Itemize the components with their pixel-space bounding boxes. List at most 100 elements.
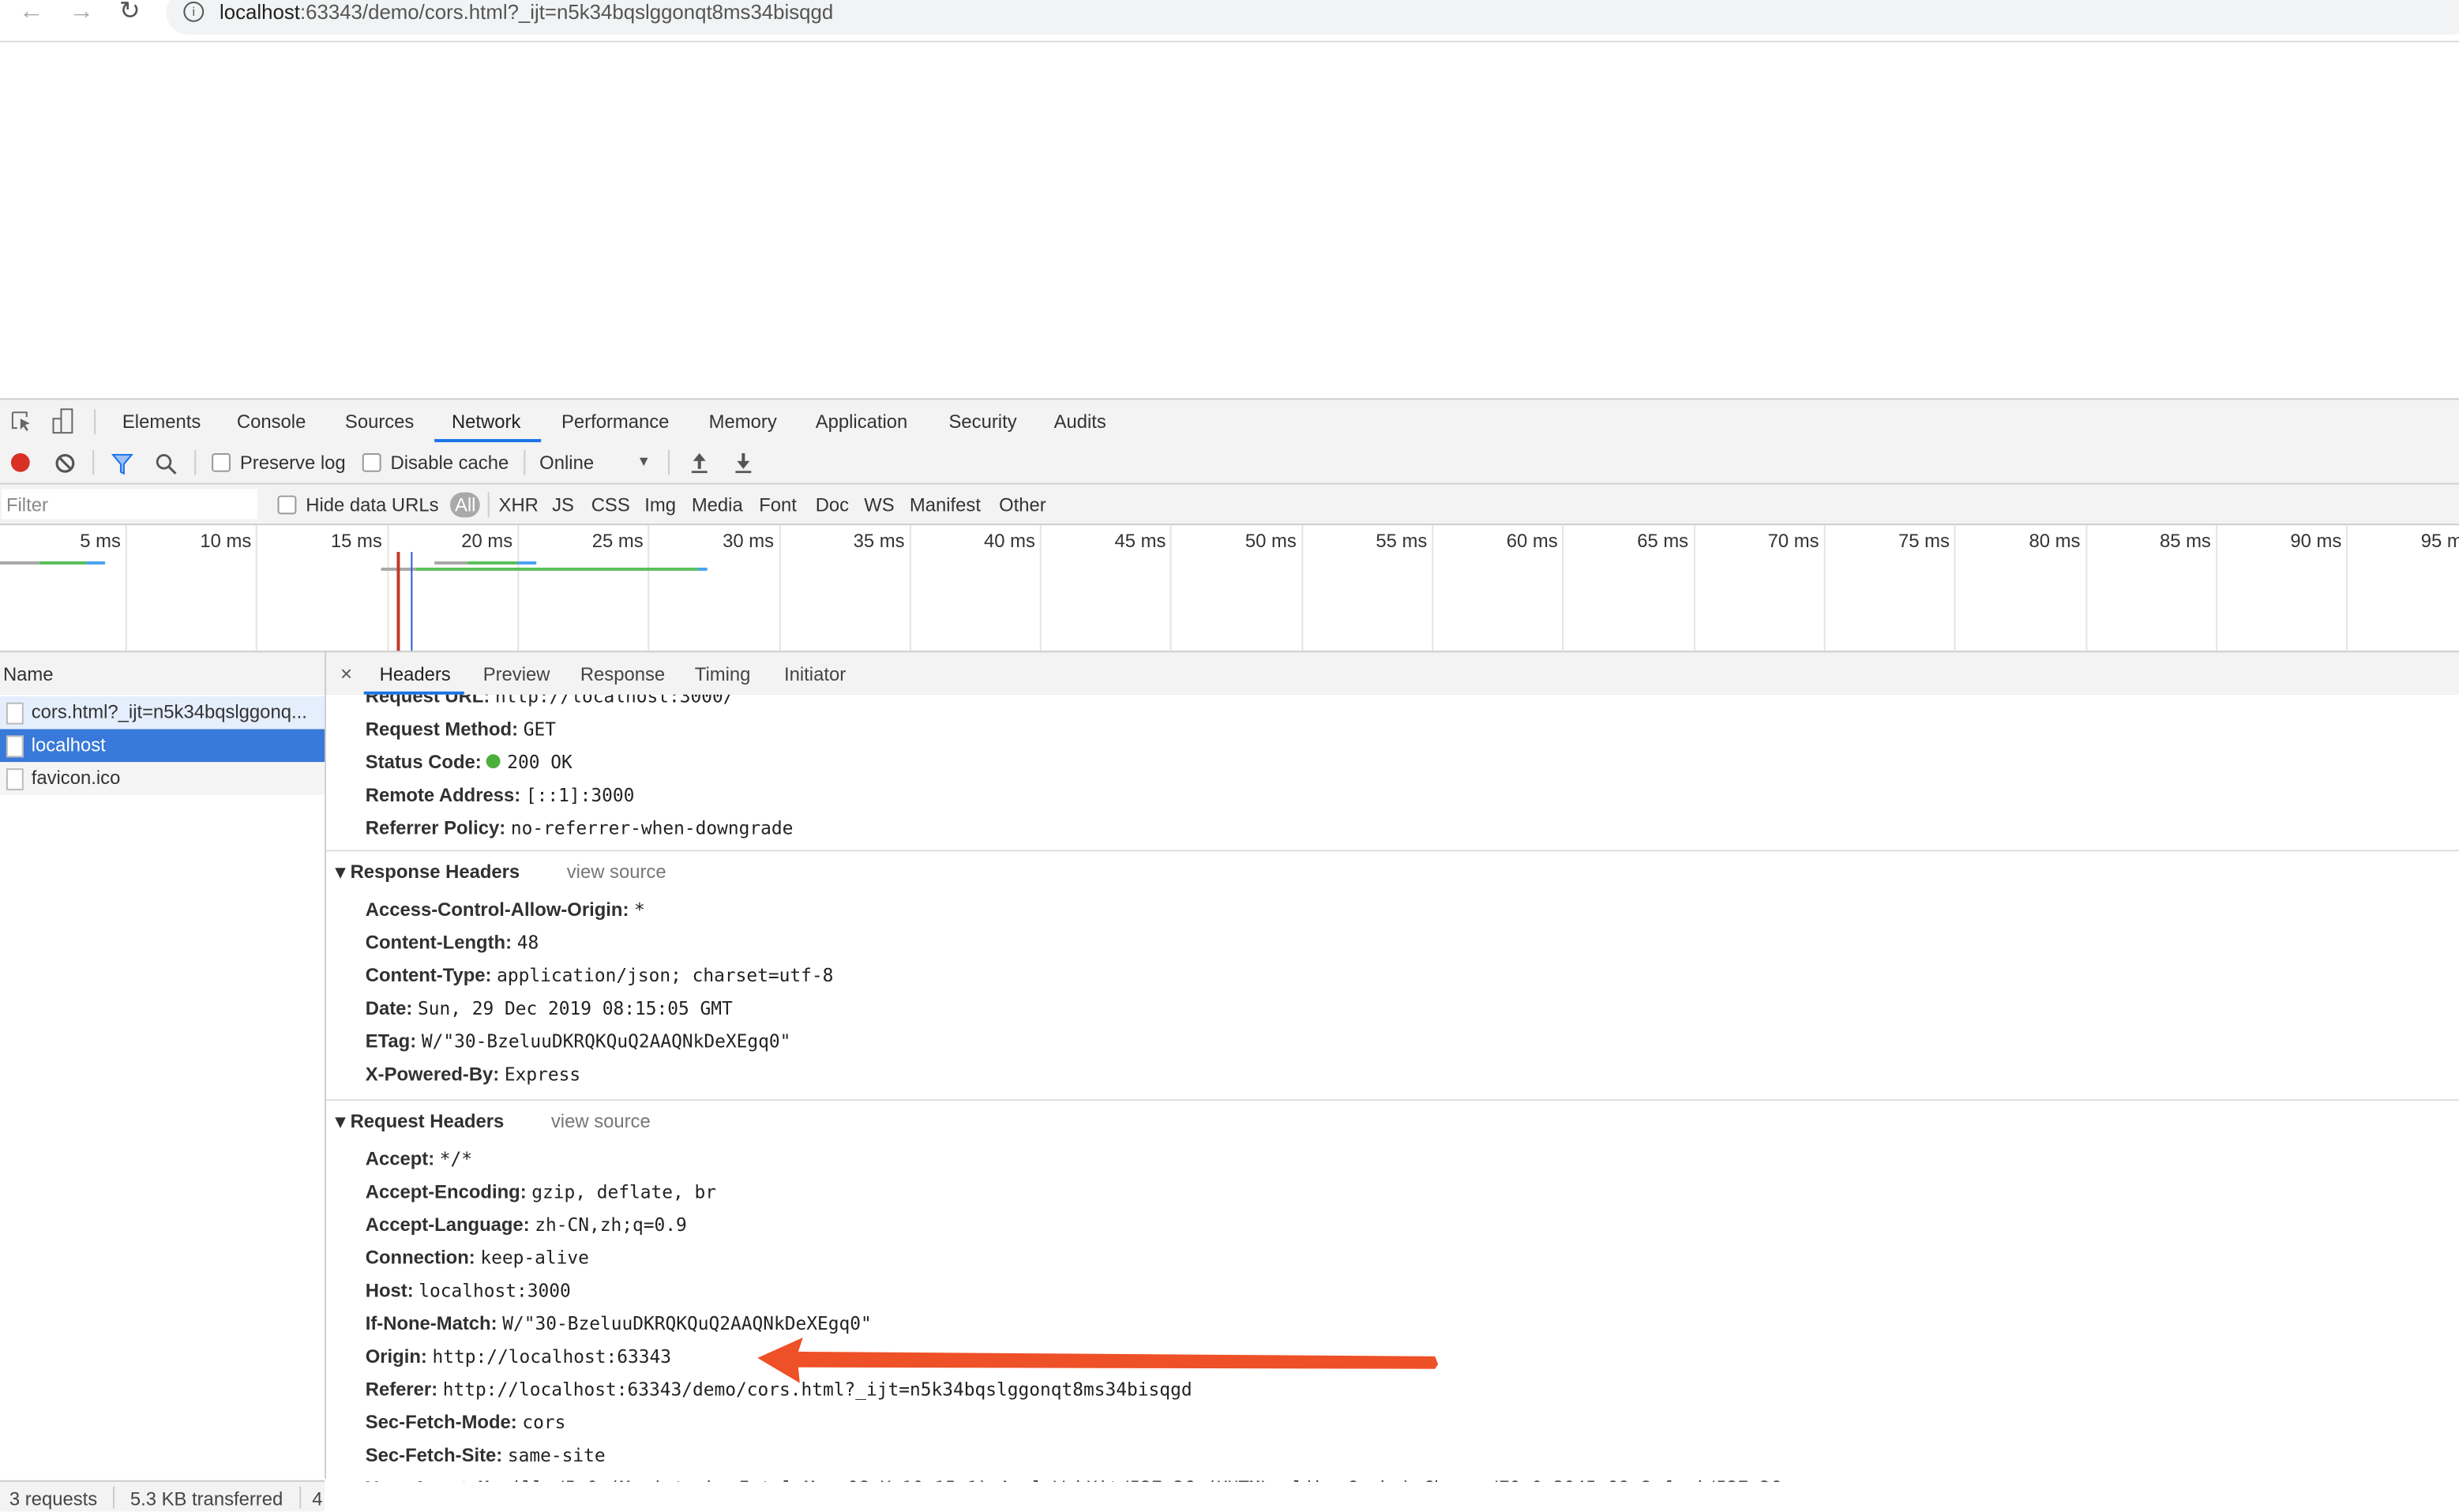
header-name: Status Code: xyxy=(365,751,482,774)
filter-type-other[interactable]: Other xyxy=(999,494,1046,516)
timeline-tick-label: 65 ms xyxy=(1637,530,1689,553)
timeline-gridline xyxy=(648,525,650,651)
detail-tab-preview[interactable]: Preview xyxy=(483,663,550,685)
name-column-header[interactable]: Name xyxy=(3,663,54,685)
timeline-tick-label: 55 ms xyxy=(1376,530,1428,553)
timeline-tick-label: 35 ms xyxy=(853,530,905,553)
preserve-log-checkbox[interactable] xyxy=(212,452,231,472)
hide-data-urls-checkbox[interactable] xyxy=(277,495,297,515)
view-source-link[interactable]: view source xyxy=(551,1110,651,1132)
header-name: Host: xyxy=(365,1279,414,1302)
header-line: Accept-Encoding: gzip, deflate, br xyxy=(366,1180,716,1202)
chevron-down-icon[interactable]: ▼ xyxy=(636,453,651,469)
tab-memory[interactable]: Memory xyxy=(709,411,777,433)
disable-cache-checkbox[interactable] xyxy=(362,452,381,472)
tab-audits[interactable]: Audits xyxy=(1054,411,1106,433)
load-event-line xyxy=(396,552,400,651)
tab-console[interactable]: Console xyxy=(237,411,306,433)
header-line: ETag: W/"30-BzeluuDKRQKQuQ2AAQNkDeXEgq0" xyxy=(366,1030,791,1052)
preserve-log-label[interactable]: Preserve log xyxy=(240,452,346,474)
reload-icon[interactable]: ↻ xyxy=(119,0,141,25)
search-icon[interactable] xyxy=(156,453,178,475)
header-line: Accept: */* xyxy=(366,1148,472,1170)
waterfall-end-segment xyxy=(517,561,536,565)
detail-tab-headers[interactable]: Headers xyxy=(380,663,451,685)
inspect-element-icon[interactable] xyxy=(11,411,33,433)
url-text[interactable]: localhost:63343/demo/cors.html?_ijt=n5k3… xyxy=(220,0,833,24)
header-name: Accept-Encoding: xyxy=(365,1180,527,1203)
header-value: localhost:3000 xyxy=(419,1279,571,1302)
timeline-gridline xyxy=(1562,525,1564,651)
detail-tab-timing[interactable]: Timing xyxy=(695,663,751,685)
detail-tab-initiator[interactable]: Initiator xyxy=(784,663,846,685)
filter-type-img[interactable]: Img xyxy=(644,494,676,516)
header-value: cors xyxy=(522,1411,566,1434)
back-icon[interactable]: ← xyxy=(19,0,44,25)
header-line: Referrer Policy: no-referrer-when-downgr… xyxy=(366,817,794,839)
filter-type-media[interactable]: Media xyxy=(692,494,743,516)
filter-type-font[interactable]: Font xyxy=(759,494,797,516)
filter-type-ws[interactable]: WS xyxy=(864,494,894,516)
status-ok-icon xyxy=(486,754,501,769)
filter-type-doc[interactable]: Doc xyxy=(816,494,849,516)
tab-network[interactable]: Network xyxy=(452,411,520,433)
filter-input[interactable]: Filter xyxy=(1,489,257,520)
header-name: Connection: xyxy=(365,1246,475,1269)
record-icon[interactable] xyxy=(10,452,30,472)
header-value: zh-CN,zh;q=0.9 xyxy=(535,1214,687,1236)
devtools-tabbar: Elements Console Sources Network Performance… xyxy=(0,398,2459,446)
waterfall-download-segment xyxy=(39,561,87,565)
info-icon[interactable]: i xyxy=(183,1,205,22)
tab-sources[interactable]: Sources xyxy=(345,411,414,433)
close-icon[interactable]: × xyxy=(340,662,352,685)
network-overview-timeline[interactable]: 5 ms 10 ms 15 ms 20 ms 25 ms 30 ms 35 ms 40 ms 4… xyxy=(0,525,2459,655)
filter-type-xhr[interactable]: XHR xyxy=(499,494,539,516)
waterfall-end-segment xyxy=(86,561,105,565)
hide-data-urls-label[interactable]: Hide data URLs xyxy=(306,494,438,516)
clear-icon[interactable] xyxy=(55,453,76,474)
throttle-select[interactable]: Online xyxy=(539,452,594,474)
waterfall-waiting-segment xyxy=(0,561,39,565)
tab-security[interactable]: Security xyxy=(949,411,1017,433)
request-name: favicon.ico xyxy=(31,767,121,789)
export-har-icon[interactable] xyxy=(734,452,753,475)
header-name: Content-Length: xyxy=(365,931,512,954)
tab-performance[interactable]: Performance xyxy=(561,411,669,433)
header-line: Remote Address: [::1]:3000 xyxy=(366,784,635,806)
forward-icon[interactable]: → xyxy=(69,0,94,25)
import-har-icon[interactable] xyxy=(690,452,709,475)
tab-application[interactable]: Application xyxy=(816,411,908,433)
detail-tab-response[interactable]: Response xyxy=(580,663,665,685)
header-value: Mozilla/5.0 (Macintosh; Intel Mac OS X 1… xyxy=(479,1477,1781,1482)
request-row[interactable]: cors.html?_ijt=n5k34bqslggonq... xyxy=(0,696,325,730)
tab-elements[interactable]: Elements xyxy=(122,411,201,433)
device-toolbar-icon[interactable] xyxy=(52,407,74,434)
request-headers-section[interactable]: ▾ Request Headers view source xyxy=(336,1110,651,1132)
timeline-gridline xyxy=(1823,525,1826,651)
active-tab-indicator xyxy=(434,439,542,443)
header-name: Request URL: xyxy=(365,694,490,707)
header-value: */* xyxy=(439,1147,473,1170)
timeline-gridline xyxy=(1301,525,1303,651)
request-row[interactable]: favicon.ico xyxy=(0,762,325,795)
view-source-link[interactable]: view source xyxy=(567,861,666,883)
request-row-selected[interactable]: localhost xyxy=(0,729,325,763)
timeline-gridline xyxy=(1039,525,1042,651)
timeline-tick-label: 80 ms xyxy=(2029,530,2081,553)
dom-content-loaded-line xyxy=(411,552,413,651)
timeline-gridline xyxy=(386,525,389,651)
response-headers-section[interactable]: ▾ Response Headers view source xyxy=(336,861,666,883)
header-line: Origin: http://localhost:63343 xyxy=(366,1345,671,1368)
timeline-tick-label: 85 ms xyxy=(2159,530,2211,553)
header-name: ETag: xyxy=(365,1030,417,1052)
filter-type-all[interactable]: All xyxy=(449,492,481,518)
filter-type-js[interactable]: JS xyxy=(552,494,574,516)
filter-type-css[interactable]: CSS xyxy=(591,494,630,516)
header-line: Connection: keep-alive xyxy=(366,1247,589,1269)
header-name: Content-Type: xyxy=(365,964,492,987)
filter-icon[interactable] xyxy=(111,453,133,475)
disable-cache-label[interactable]: Disable cache xyxy=(391,452,509,474)
timeline-tick-label: 70 ms xyxy=(1767,530,1819,553)
timeline-tick-label: 50 ms xyxy=(1245,530,1297,553)
filter-type-manifest[interactable]: Manifest xyxy=(910,494,981,516)
